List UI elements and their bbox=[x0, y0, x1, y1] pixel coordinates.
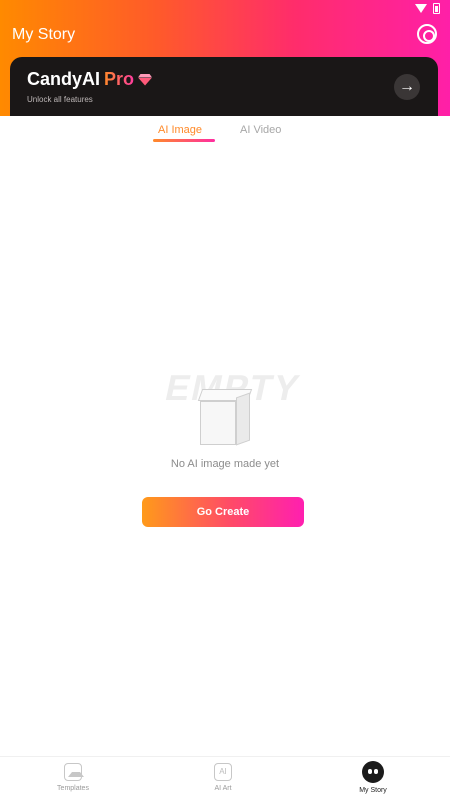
active-tab-indicator bbox=[153, 139, 215, 142]
nav-item-my-story[interactable]: My Story bbox=[333, 761, 413, 794]
empty-message: No AI image made yet bbox=[170, 458, 280, 470]
brand-name: CandyAI bbox=[27, 69, 101, 89]
image-icon bbox=[64, 763, 84, 781]
nav-label-ai-art: AI Art bbox=[214, 785, 232, 792]
nav-label-my-story: My Story bbox=[359, 787, 387, 794]
page-title: My Story bbox=[12, 26, 76, 43]
pro-banner[interactable]: CandyAI Pro Unlock all features → bbox=[10, 57, 438, 116]
tab-bar: AI Image AI Video bbox=[0, 116, 450, 146]
bottom-nav: Templates AI AI Art My Story bbox=[0, 756, 450, 800]
tab-ai-image[interactable]: AI Image bbox=[158, 124, 202, 136]
nav-item-ai-art[interactable]: AI AI Art bbox=[183, 763, 263, 792]
nav-label-templates: Templates bbox=[57, 785, 89, 792]
go-create-button[interactable]: Go Create bbox=[142, 497, 304, 527]
nav-item-templates[interactable]: Templates bbox=[33, 763, 113, 792]
box-side bbox=[236, 392, 250, 446]
status-bar bbox=[415, 2, 440, 14]
box-front bbox=[200, 401, 236, 445]
empty-box-illustration: EMPTY bbox=[160, 365, 304, 455]
header: My Story CandyAI Pro Unlock all features… bbox=[0, 0, 450, 116]
pro-banner-subtitle: Unlock all features bbox=[27, 95, 93, 104]
battery-icon bbox=[433, 2, 440, 14]
pro-banner-title: CandyAI Pro bbox=[27, 69, 152, 90]
gear-icon[interactable] bbox=[417, 24, 437, 44]
ai-icon: AI bbox=[214, 763, 232, 781]
arrow-right-icon[interactable]: → bbox=[394, 74, 420, 100]
tab-ai-video[interactable]: AI Video bbox=[240, 124, 281, 136]
wifi-icon bbox=[415, 3, 427, 13]
pro-label: Pro bbox=[104, 69, 135, 89]
diamond-icon bbox=[138, 74, 152, 86]
story-icon bbox=[362, 761, 384, 783]
